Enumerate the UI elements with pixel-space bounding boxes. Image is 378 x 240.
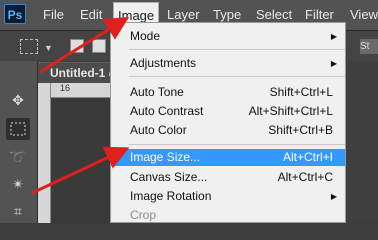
- menu-separator: [129, 144, 345, 145]
- preset-dropdown-arrow-icon[interactable]: ▼: [44, 43, 53, 53]
- lasso-icon[interactable]: ➰: [6, 146, 30, 168]
- menu-file[interactable]: File: [43, 0, 64, 30]
- ruler-tick-label: 16: [60, 83, 71, 93]
- move-icon[interactable]: ✥: [6, 89, 30, 111]
- style-label: St: [360, 39, 378, 54]
- menu-item-mode[interactable]: Mode ▶: [111, 28, 345, 45]
- add-selection-button[interactable]: [92, 39, 106, 53]
- submenu-arrow-icon: ▶: [330, 32, 337, 41]
- submenu-arrow-icon: ▶: [330, 59, 337, 68]
- menu-item-adjustments[interactable]: Adjustments ▶: [111, 55, 345, 72]
- menu-separator: [129, 49, 345, 50]
- menu-item-crop: Crop: [130, 208, 157, 222]
- submenu-arrow-icon: ▶: [330, 192, 337, 201]
- menu-item-image-rotation[interactable]: Image Rotation ▶: [111, 188, 345, 205]
- marquee-preset-icon[interactable]: [20, 39, 38, 54]
- menu-item-auto-color[interactable]: Auto Color Shift+Ctrl+B: [111, 122, 345, 139]
- magic-wand-icon[interactable]: ✴: [6, 173, 30, 195]
- menu-item-image-size[interactable]: Image Size... Alt+Ctrl+I: [111, 149, 345, 166]
- tools-panel: ✥ ➰ ✴ ⌗: [0, 61, 38, 223]
- crop-icon[interactable]: ⌗: [6, 200, 30, 222]
- image-menu-dropdown: Mode ▶ Adjustments ▶ Auto Tone Shift+Ctrl+L…: [110, 22, 346, 223]
- new-selection-button[interactable]: [70, 39, 84, 53]
- menu-item-canvas-size[interactable]: Canvas Size... Alt+Ctrl+C: [111, 169, 345, 186]
- menu-view[interactable]: View: [350, 0, 378, 30]
- menu-item-auto-tone[interactable]: Auto Tone Shift+Ctrl+L: [111, 84, 345, 101]
- vertical-ruler: [38, 83, 51, 223]
- right-panel: [346, 61, 378, 223]
- menu-item-auto-contrast[interactable]: Auto Contrast Alt+Shift+Ctrl+L: [111, 103, 345, 120]
- marquee-icon[interactable]: [6, 118, 30, 140]
- menu-edit[interactable]: Edit: [80, 0, 102, 30]
- menu-separator: [129, 76, 345, 77]
- photoshop-logo: Ps: [4, 4, 26, 24]
